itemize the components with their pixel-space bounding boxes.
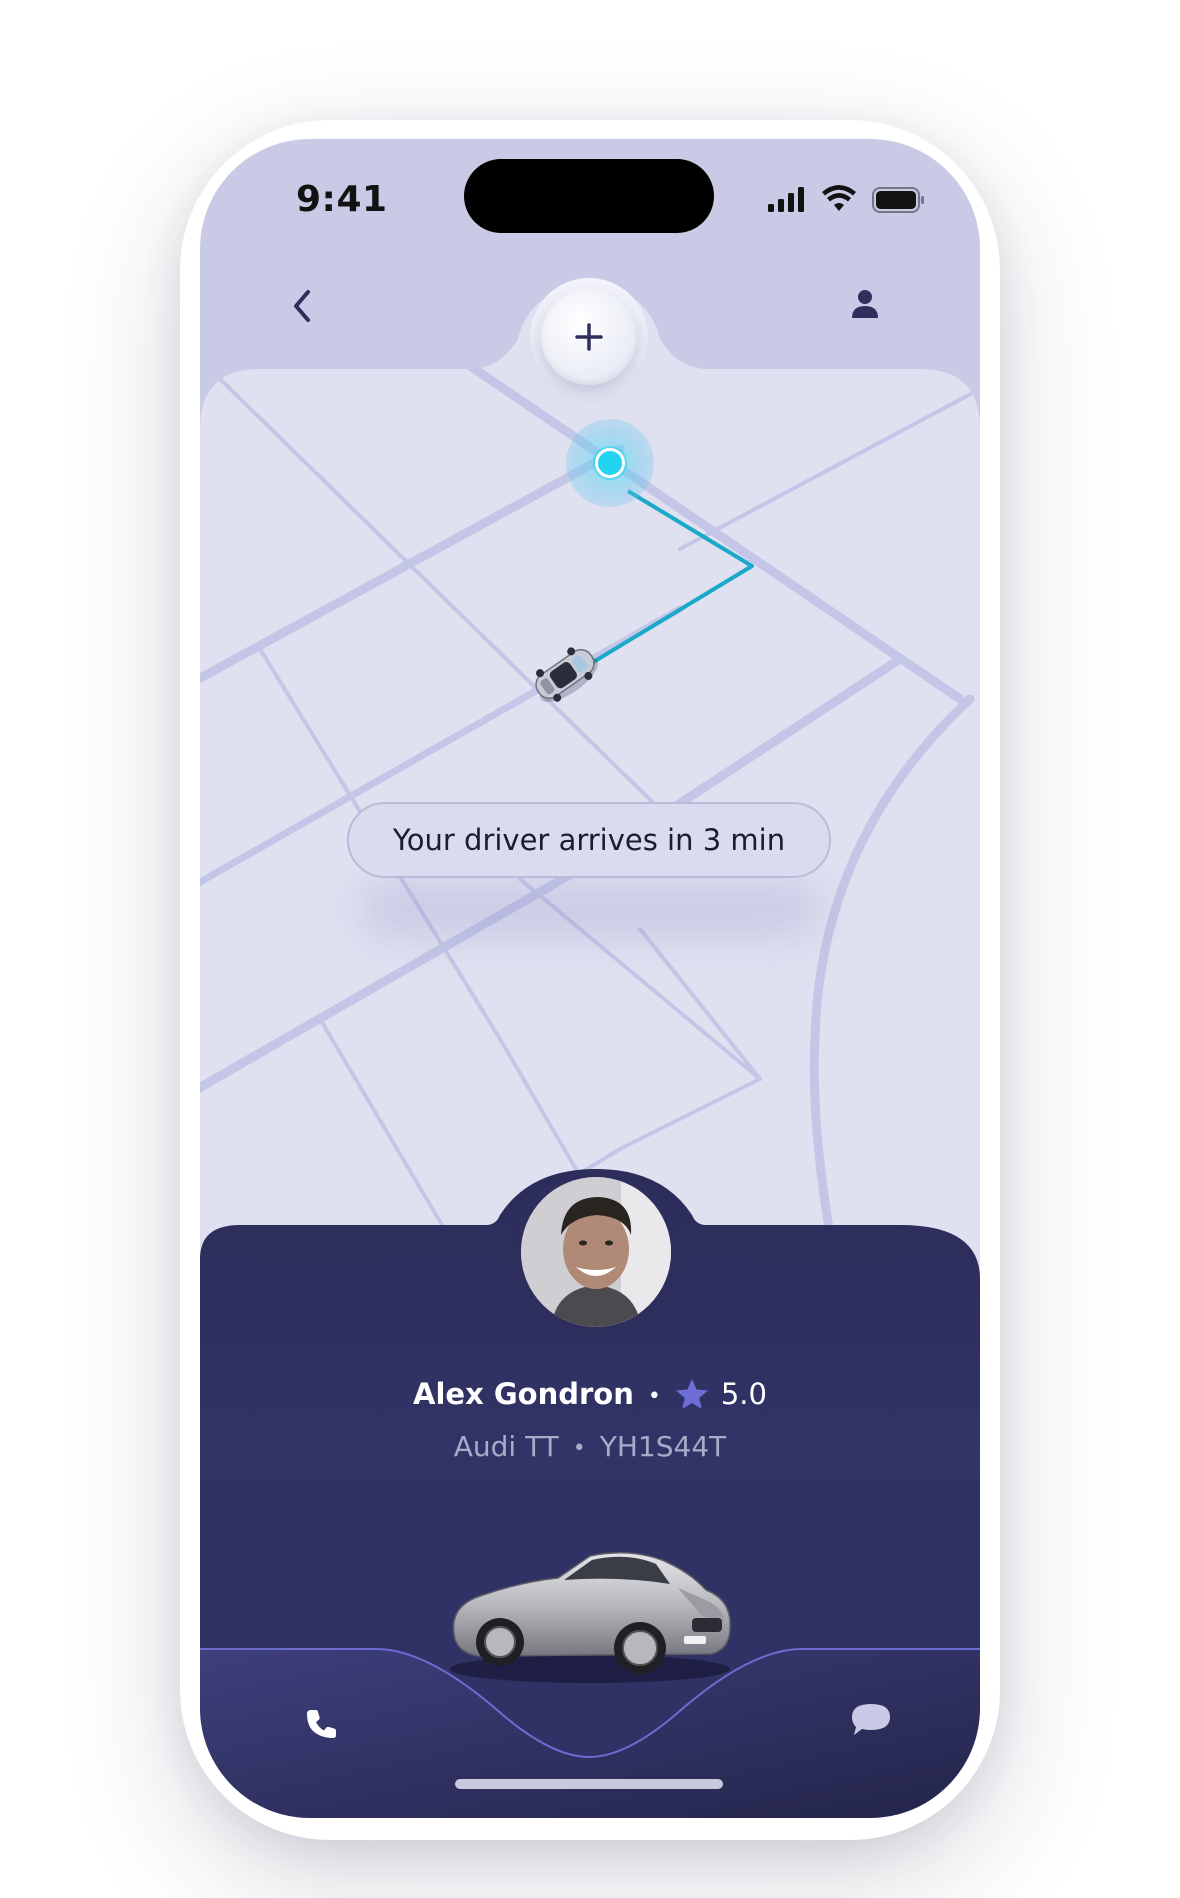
driver-name: Alex Gondron: [413, 1377, 634, 1411]
driver-photo: [521, 1177, 671, 1327]
star-icon: [675, 1379, 708, 1409]
driver-avatar[interactable]: [521, 1177, 671, 1327]
car-plate: YH1S44T: [599, 1430, 727, 1463]
chat-bubble-icon: [852, 1704, 890, 1735]
driver-info-line: Alex Gondron • 5.0: [200, 1377, 980, 1411]
car-info-line: Audi TT • YH1S44T: [200, 1430, 980, 1463]
phone-screen: 9:41 Your driver arrives in 3 min Alex G…: [200, 139, 980, 1818]
chat-button[interactable]: [844, 1695, 898, 1745]
home-indicator[interactable]: [455, 1779, 723, 1789]
car-model: Audi TT: [453, 1430, 559, 1463]
separator-dot: •: [572, 1435, 586, 1461]
car-photo: [450, 1552, 731, 1683]
phone-icon: [307, 1710, 336, 1738]
call-button[interactable]: [296, 1699, 346, 1749]
driver-rating: 5.0: [720, 1377, 767, 1411]
separator-dot: •: [647, 1383, 661, 1409]
